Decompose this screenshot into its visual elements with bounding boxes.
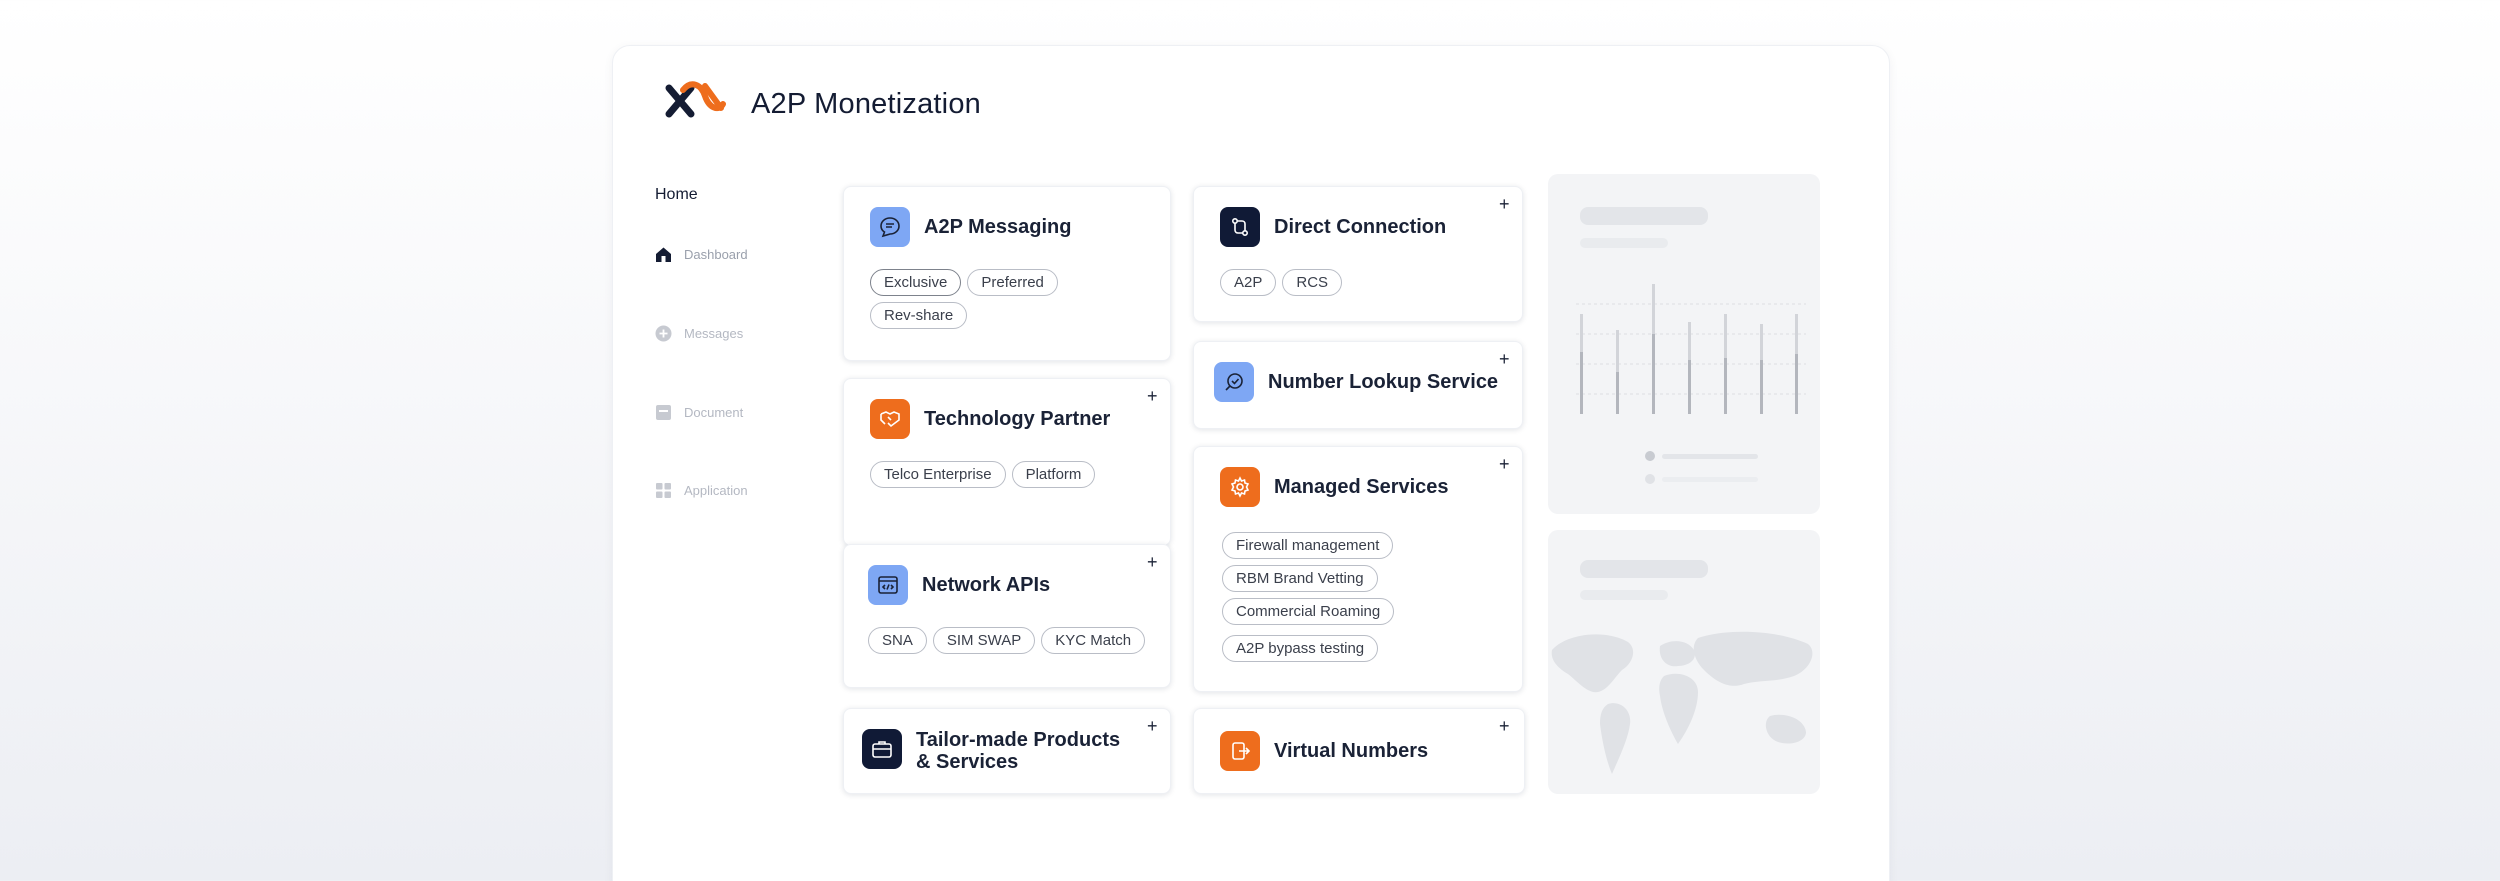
grid-icon [655, 482, 672, 499]
card-tailor-made[interactable]: + Tailor-made Products & Services [843, 708, 1171, 794]
tag-sna[interactable]: SNA [868, 627, 927, 654]
card-virtual-numbers[interactable]: + Virtual Numbers [1193, 708, 1525, 794]
expand-plus-button[interactable]: + [1499, 717, 1510, 735]
expand-plus-button[interactable]: + [1499, 195, 1510, 213]
tag-firewall-management[interactable]: Firewall management [1222, 532, 1394, 559]
phone-forward-icon [1220, 731, 1260, 771]
tag-telco-enterprise[interactable]: Telco Enterprise [870, 461, 1006, 488]
card-title-line1: Tailor-made Products [916, 729, 1121, 751]
app-title: A2P Monetization [751, 88, 981, 120]
tag-rbm-brand-vetting[interactable]: RBM Brand Vetting [1222, 565, 1378, 592]
expand-plus-button[interactable]: + [1147, 717, 1158, 735]
sidebar-item-label: Dashboard [684, 247, 748, 262]
gear-icon [1220, 467, 1260, 507]
card-network-apis[interactable]: + Network APIs SNA SIM SWAP KYC Match [843, 544, 1171, 688]
tag-a2p-bypass-testing[interactable]: A2P bypass testing [1222, 635, 1379, 662]
card-title: A2P Messaging [924, 216, 1072, 238]
tag-rev-share[interactable]: Rev-share [870, 302, 968, 329]
tag-rcs[interactable]: RCS [1282, 269, 1343, 296]
sidebar-item-messages[interactable]: Messages [655, 325, 743, 342]
expand-plus-button[interactable]: + [1499, 455, 1510, 473]
card-number-lookup[interactable]: + Number Lookup Service [1193, 341, 1523, 429]
card-title: Virtual Numbers [1274, 740, 1429, 762]
tag-commercial-roaming[interactable]: Commercial Roaming [1222, 598, 1395, 625]
briefcase-icon [862, 729, 902, 769]
map-placeholder-panel [1548, 530, 1820, 794]
card-title: Direct Connection [1274, 216, 1447, 238]
tag-platform[interactable]: Platform [1011, 461, 1096, 488]
world-map-placeholder-icon [1551, 631, 1813, 774]
tag-preferred[interactable]: Preferred [967, 269, 1058, 296]
home-icon [655, 246, 672, 263]
document-icon [655, 404, 672, 421]
expand-plus-button[interactable]: + [1147, 387, 1158, 405]
code-icon [868, 565, 908, 605]
connection-icon [1220, 207, 1260, 247]
chart-placeholder-panel [1548, 174, 1820, 514]
card-title-line2: & Services [916, 751, 1019, 773]
sidebar-item-label: Document [684, 405, 744, 420]
card-technology-partner[interactable]: + Technology Partner Telco Enterprise Pl… [843, 378, 1171, 546]
card-direct-connection[interactable]: + Direct Connection A2P RCS [1193, 186, 1523, 322]
sidebar-item-application[interactable]: Application [655, 482, 748, 499]
tag-exclusive[interactable]: Exclusive [870, 269, 962, 296]
sidebar-item-label: Messages [684, 326, 744, 341]
sidebar-home[interactable]: Home [655, 186, 698, 204]
expand-plus-button[interactable]: + [1499, 350, 1510, 368]
expand-plus-button[interactable]: + [1147, 553, 1158, 571]
tag-a2p[interactable]: A2P [1220, 269, 1277, 296]
card-title: Number Lookup Service [1268, 371, 1499, 393]
card-title: Network APIs [922, 574, 1051, 596]
search-check-icon [1214, 362, 1254, 402]
handshake-icon [870, 399, 910, 439]
app-window: A2P Monetization Home Dashboard Messages… [612, 45, 1890, 881]
card-managed-services[interactable]: + Managed Services Firewall management R… [1193, 446, 1523, 692]
card-a2p-messaging[interactable]: A2P Messaging Exclusive Preferred Rev-sh… [843, 186, 1171, 361]
plus-circle-icon [655, 325, 672, 342]
brand-logo-icon [665, 81, 726, 118]
card-title: Managed Services [1274, 476, 1449, 498]
sidebar-item-document[interactable]: Document [655, 404, 743, 421]
sidebar-item-label: Application [684, 483, 748, 498]
bar-chart-placeholder-icon [1576, 284, 1806, 414]
chat-icon [870, 207, 910, 247]
tag-sim-swap[interactable]: SIM SWAP [932, 627, 1036, 654]
sidebar-item-dashboard[interactable]: Dashboard [655, 246, 748, 263]
card-title: Technology Partner [924, 408, 1111, 430]
tag-kyc-match[interactable]: KYC Match [1041, 627, 1146, 654]
